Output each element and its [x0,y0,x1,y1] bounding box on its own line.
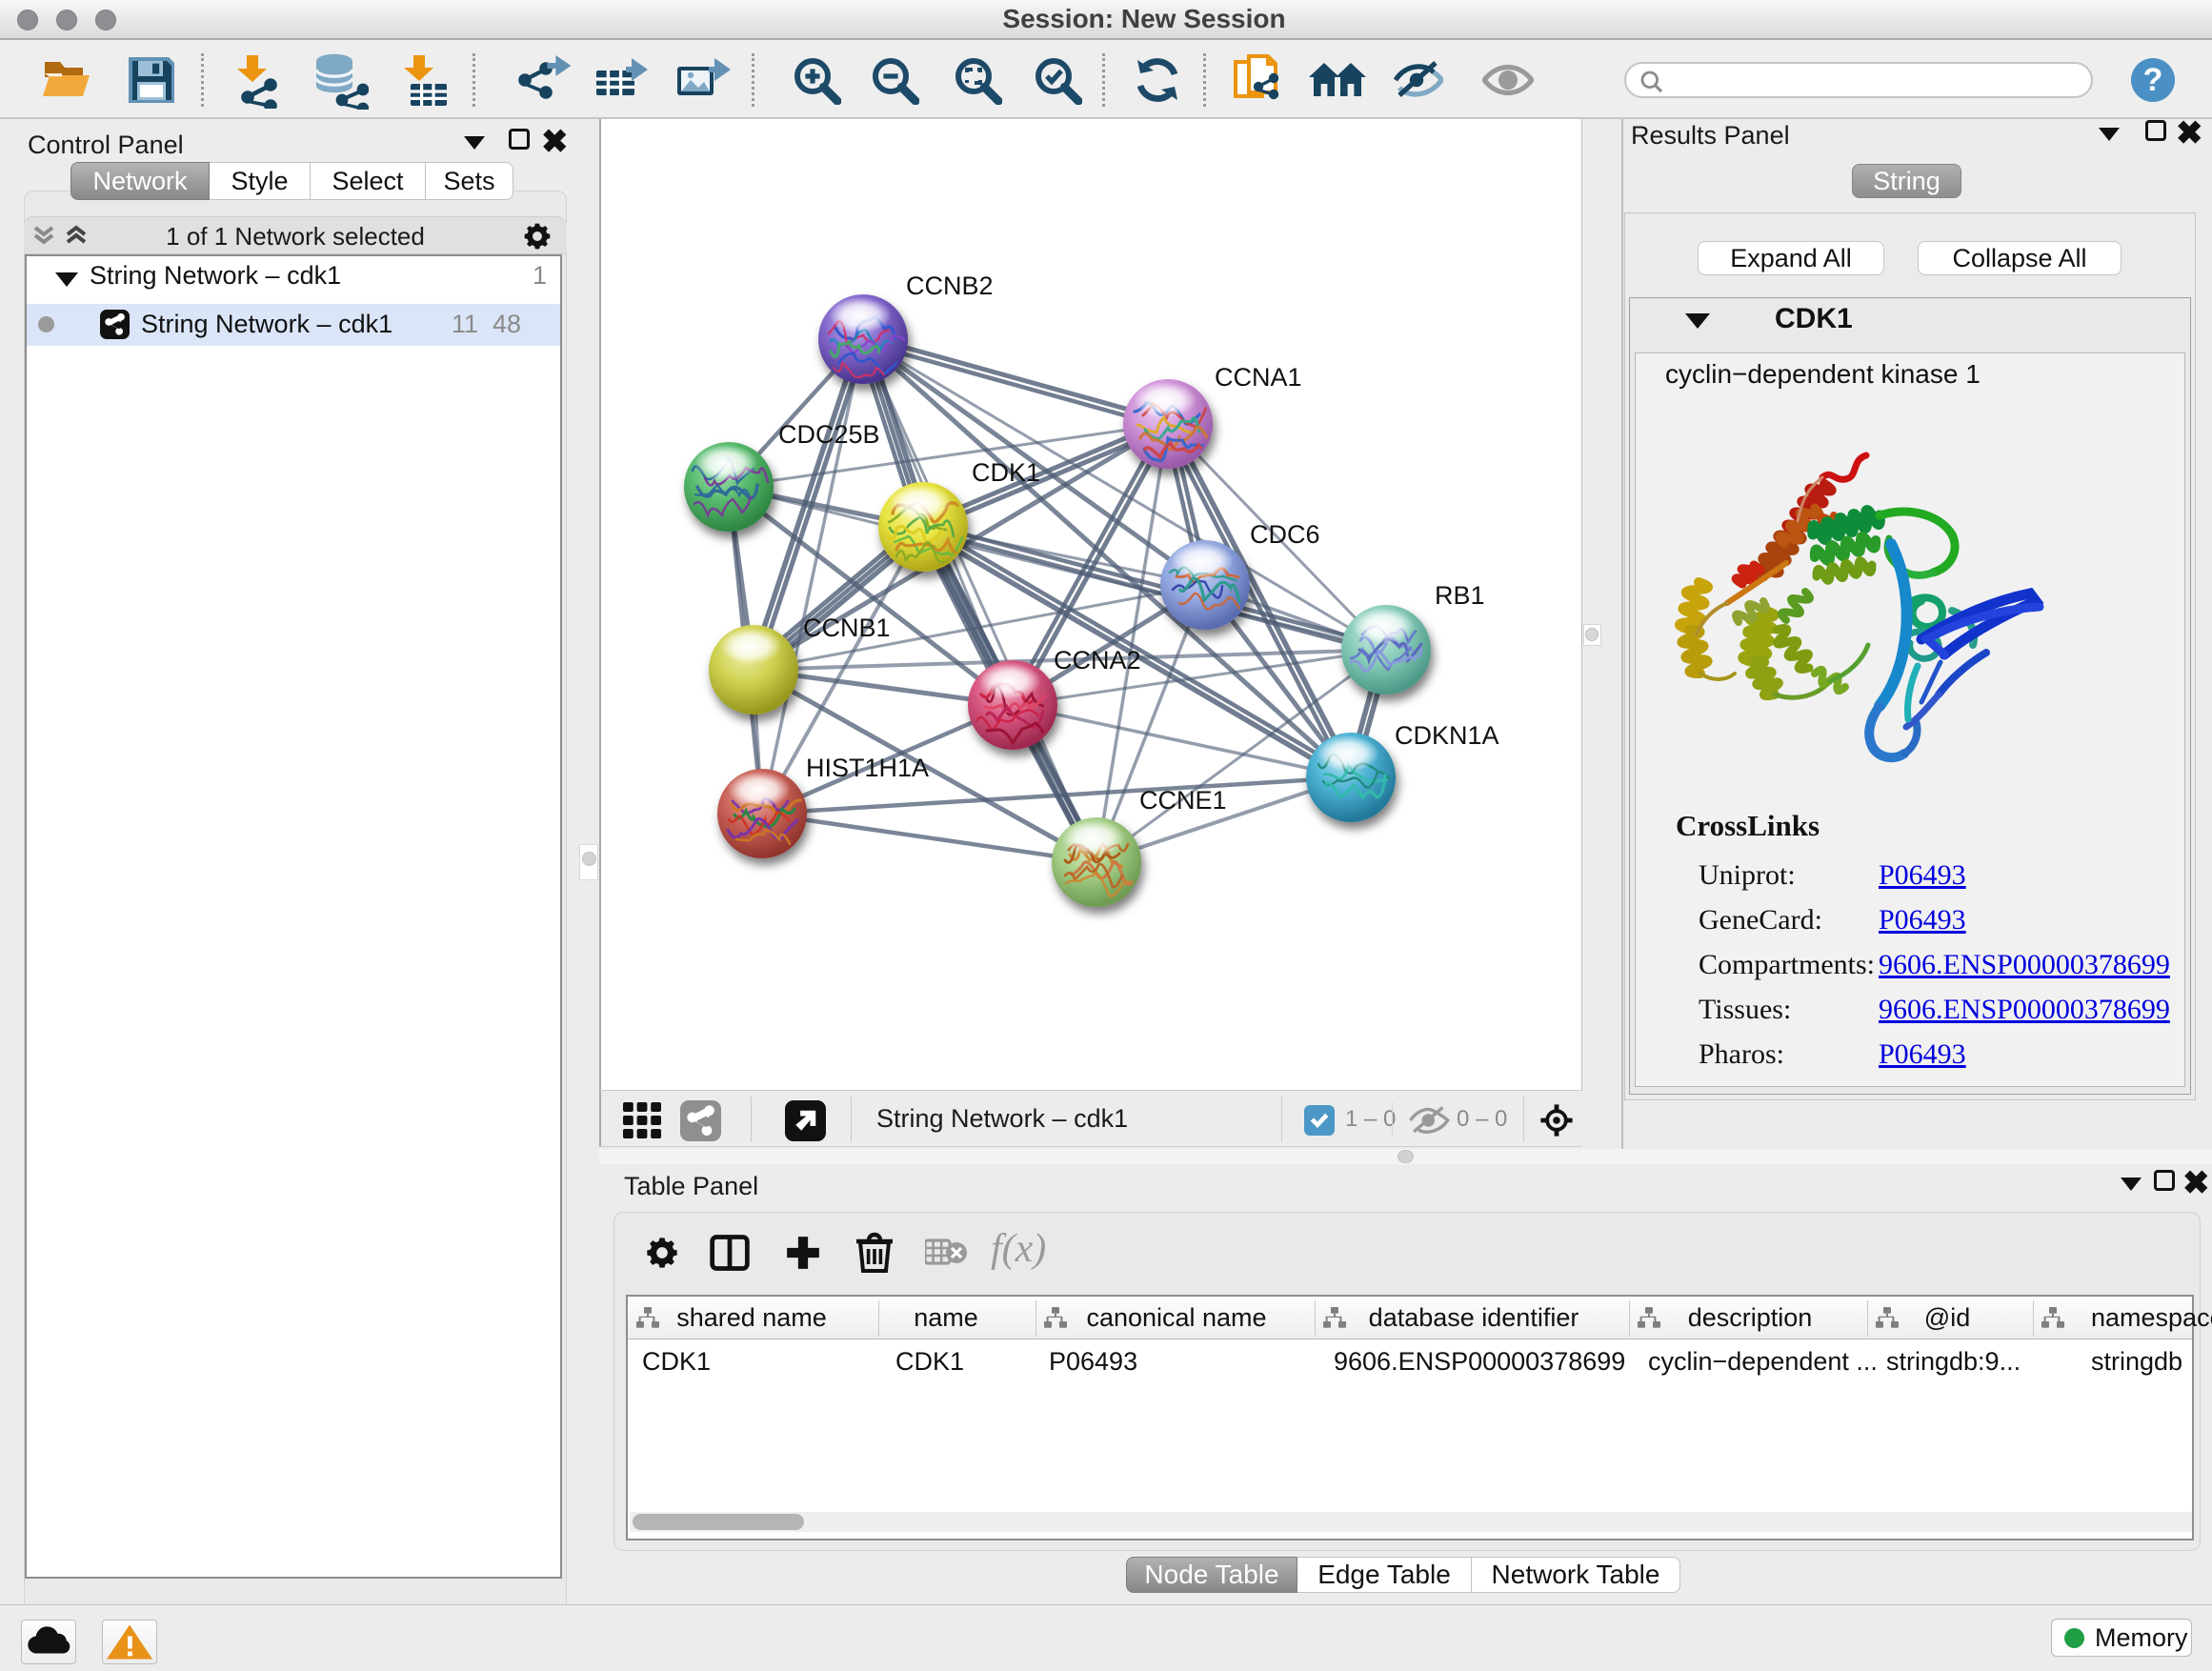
svg-text:CDC25B: CDC25B [778,420,880,449]
svg-text:CDK1: CDK1 [972,458,1040,487]
svg-text:RB1: RB1 [1435,581,1485,610]
svg-text:CCNA2: CCNA2 [1054,646,1141,674]
svg-text:CCNB2: CCNB2 [906,272,994,300]
svg-text:CDC6: CDC6 [1250,520,1320,549]
svg-text:CCNB1: CCNB1 [803,614,891,642]
svg-text:CDKN1A: CDKN1A [1395,721,1499,750]
svg-text:CCNE1: CCNE1 [1139,786,1227,815]
svg-text:CCNA1: CCNA1 [1215,363,1302,392]
svg-text:HIST1H1A: HIST1H1A [806,754,929,782]
